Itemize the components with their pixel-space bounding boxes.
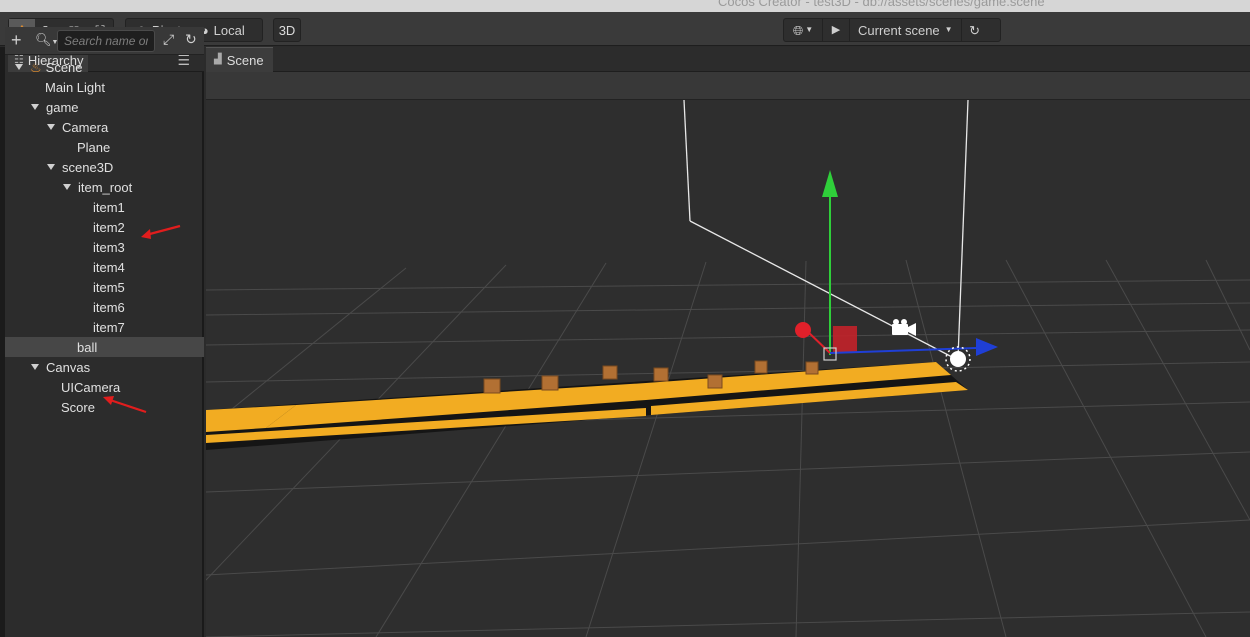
tree-node-label: item5	[93, 279, 125, 295]
expand-all-button[interactable]: ⤢	[163, 31, 174, 48]
tree-node-item4[interactable]: item4	[5, 257, 204, 277]
tree-node-scene3d[interactable]: scene3D	[5, 157, 204, 177]
chevron-down-icon: ▼	[944, 25, 953, 34]
tree-node-label: Scene	[45, 59, 83, 75]
play-icon: ▶	[831, 23, 841, 36]
play-button[interactable]: ▶	[823, 19, 849, 41]
annotation-arrow-ball	[103, 396, 147, 414]
scene-toolbar	[206, 72, 1250, 100]
window-titlebar: Cocos Creator - test3D - db://assets/sce…	[0, 0, 1250, 12]
scene-select-label: Current scene	[858, 22, 940, 38]
expand-arrow-icon[interactable]	[31, 104, 39, 110]
scene-canvas[interactable]	[206, 100, 1250, 637]
fire-icon: ♨	[30, 59, 42, 75]
scene-tab[interactable]: ▟ Scene	[206, 47, 273, 72]
search-icon: 🔍︎	[35, 32, 52, 47]
tree-node-label: item_root	[78, 179, 133, 195]
tree-node-label: item4	[93, 259, 125, 275]
tree-node-ball[interactable]: ball	[5, 337, 204, 357]
preview-group: 🌐︎ ▼ ▶ Current scene ▼ ↻	[783, 18, 1001, 42]
tree-node-label: Score	[61, 399, 95, 415]
annotation-arrow-item-root	[141, 224, 181, 239]
refresh-icon: ↻	[185, 31, 197, 47]
grid	[206, 259, 1250, 637]
search-input[interactable]	[57, 30, 155, 52]
tree-node-label: Canvas	[46, 359, 91, 375]
expand-arrow-icon[interactable]	[31, 364, 39, 370]
tree-node-label: Main Light	[45, 79, 105, 95]
camera-gizmo-icon[interactable]	[892, 319, 916, 336]
expand-arrow-icon[interactable]	[63, 184, 71, 190]
scene-icon: ▟	[214, 54, 222, 65]
tree-node-label: Camera	[62, 119, 109, 135]
scene-viewport[interactable]	[206, 100, 1250, 637]
expand-icon: ⤢	[163, 31, 175, 47]
expand-arrow-icon[interactable]	[47, 124, 55, 130]
tree-node-game[interactable]: game	[5, 97, 204, 117]
tree-node-label: item1	[93, 199, 125, 215]
tree-node-label: item7	[93, 319, 125, 335]
tree-node-label: item6	[93, 299, 125, 315]
expand-arrow-icon[interactable]	[47, 164, 55, 170]
tree-node-label: item3	[93, 239, 125, 255]
tree-node-main-light[interactable]: Main Light	[5, 77, 204, 97]
globe-icon: 🌐︎	[792, 22, 804, 38]
refresh-hierarchy-button[interactable]: ↻	[185, 31, 197, 48]
tree-node-canvas[interactable]: Canvas	[5, 357, 204, 377]
tree-node-item6[interactable]: item6	[5, 297, 204, 317]
mode-3d-button[interactable]: 3D	[273, 18, 301, 42]
tree-node-label: scene3D	[62, 159, 114, 175]
expand-arrow-icon[interactable]	[15, 64, 23, 70]
add-node-button[interactable]: +	[11, 30, 22, 51]
plus-icon: +	[11, 30, 22, 50]
tree-node-label: game	[46, 99, 79, 115]
tree-node-label: Plane	[77, 139, 111, 155]
tree-node-item1[interactable]: item1	[5, 197, 204, 217]
refresh-icon: ↻	[969, 22, 981, 38]
tree-node-item-root[interactable]: item_root	[5, 177, 204, 197]
scene-select-dropdown[interactable]: Current scene ▼	[850, 19, 961, 41]
camera-frustum	[683, 100, 969, 359]
tree-node-label: UICamera	[61, 379, 121, 395]
tree-node-plane[interactable]: Plane	[5, 137, 204, 157]
tree-node-scene[interactable]: ♨ Scene	[5, 57, 204, 77]
local-label: Local	[213, 22, 245, 38]
tree-node-camera[interactable]: Camera	[5, 117, 204, 137]
chevron-down-icon: ▼	[805, 25, 814, 34]
window-title: Cocos Creator - test3D - db://assets/sce…	[718, 0, 1045, 9]
scene-tab-label: Scene	[226, 52, 264, 68]
hierarchy-toolbar: + 🔍︎▼ ⤢ ↻	[5, 27, 204, 55]
search-filter-button[interactable]: 🔍︎▼	[35, 32, 58, 48]
tree-node-label: ball	[77, 339, 98, 355]
platform-dropdown[interactable]: 🌐︎ ▼	[784, 19, 822, 41]
scene-tab-strip: ▟ Scene	[206, 47, 1250, 72]
tree-node-item7[interactable]: item7	[5, 317, 204, 337]
mode-3d-label: 3D	[278, 22, 296, 38]
tree-node-label: item2	[93, 219, 125, 235]
refresh-preview-button[interactable]: ↻	[962, 19, 988, 41]
tree-node-item5[interactable]: item5	[5, 277, 204, 297]
